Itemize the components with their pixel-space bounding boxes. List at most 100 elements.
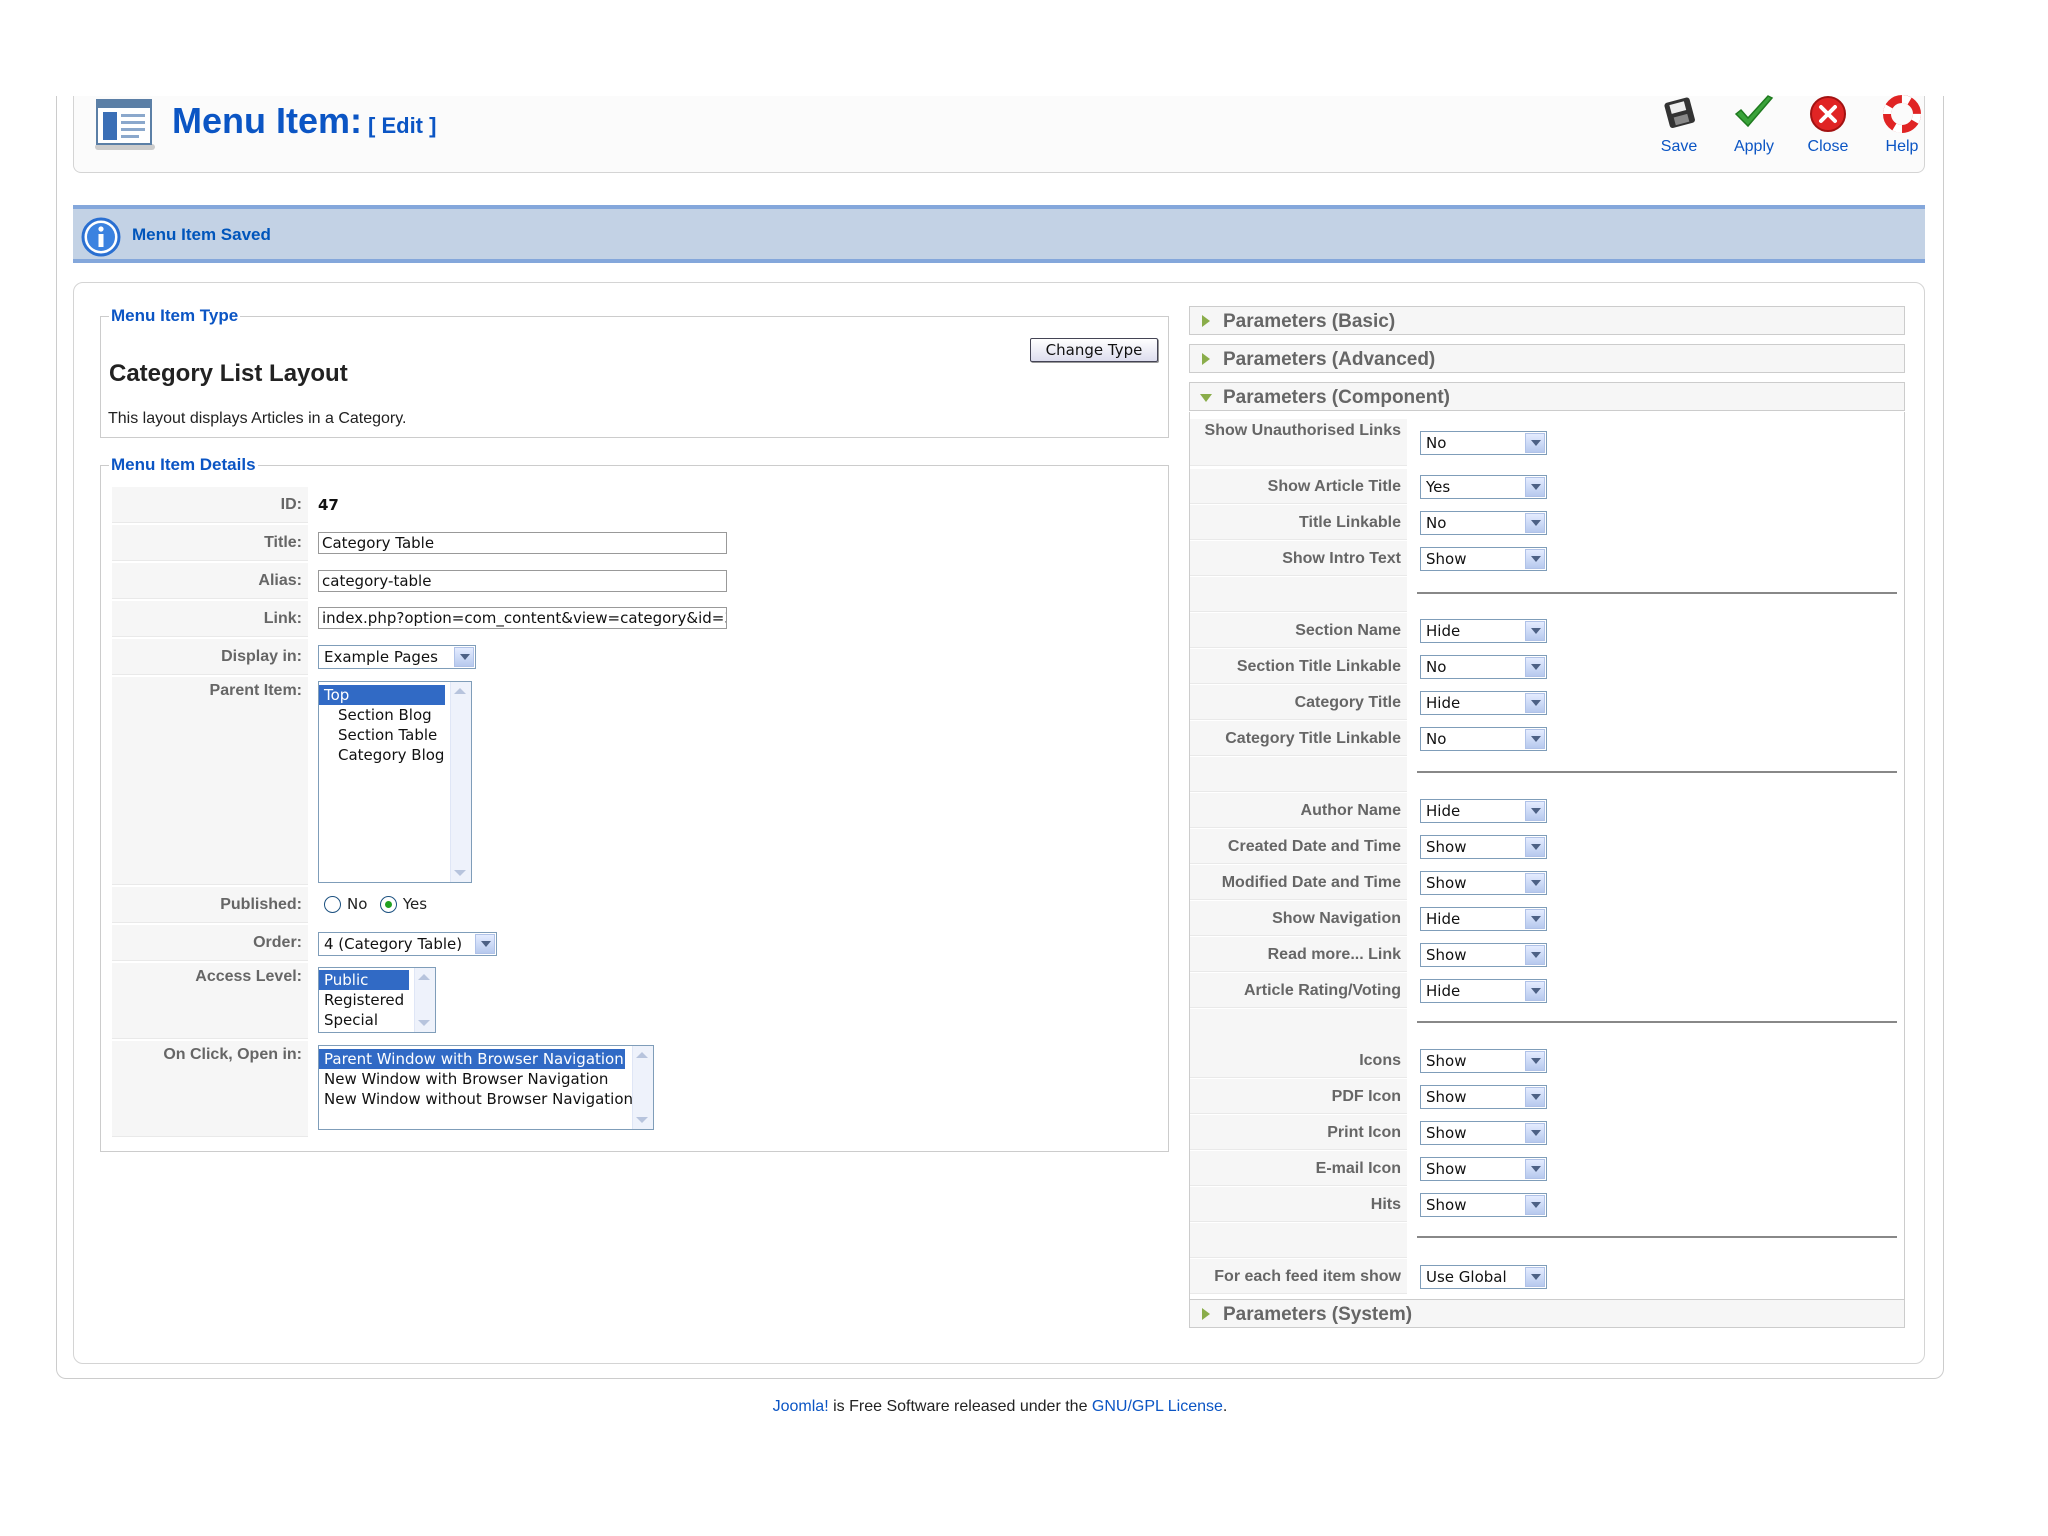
param-select[interactable]: Hide: [1420, 619, 1547, 643]
parameters-system-toggle[interactable]: Parameters (System): [1189, 1299, 1905, 1328]
published-yes-radio[interactable]: [379, 895, 397, 913]
close-button[interactable]: Close: [1798, 94, 1858, 160]
chevron-up-icon[interactable]: [636, 1052, 648, 1058]
param-row: Show Intro Text Show: [1190, 541, 1904, 577]
param-label: Section Name: [1190, 613, 1407, 648]
chevron-down-icon[interactable]: [1525, 1159, 1545, 1179]
on-click-list[interactable]: Parent Window with Browser Navigation Ne…: [318, 1045, 654, 1130]
param-select[interactable]: No: [1420, 431, 1547, 455]
chevron-up-icon[interactable]: [418, 974, 430, 980]
published-no-radio[interactable]: [324, 895, 341, 913]
chevron-down-icon[interactable]: [1525, 477, 1545, 497]
scrollbar[interactable]: [632, 1046, 653, 1129]
parameters-advanced-title: Parameters (Advanced): [1223, 349, 1436, 370]
param-select[interactable]: Yes: [1420, 475, 1547, 499]
published-yes-label: Yes: [402, 895, 428, 913]
param-select[interactable]: Use Global: [1420, 1265, 1547, 1289]
list-item[interactable]: Top: [319, 685, 445, 705]
param-value: Show: [1426, 874, 1467, 892]
access-level-list[interactable]: Public Registered Special: [318, 967, 436, 1033]
param-select[interactable]: Show: [1420, 943, 1547, 967]
link-row: Link: index.php?option=com_content&view=…: [112, 601, 1158, 637]
chevron-down-icon[interactable]: [1525, 433, 1545, 453]
list-item[interactable]: Public: [319, 970, 409, 990]
list-item[interactable]: New Window with Browser Navigation: [319, 1069, 653, 1089]
chevron-up-icon[interactable]: [454, 688, 466, 694]
order-select[interactable]: 4 (Category Table): [318, 932, 497, 956]
chevron-down-icon[interactable]: [1525, 621, 1545, 641]
list-item[interactable]: Section Table: [319, 725, 471, 745]
chevron-down-icon[interactable]: [1525, 657, 1545, 677]
list-item[interactable]: Category Blog: [319, 745, 471, 765]
param-select[interactable]: Show: [1420, 1157, 1547, 1181]
chevron-down-icon[interactable]: [454, 870, 466, 876]
chevron-down-icon[interactable]: [1525, 1051, 1545, 1071]
chevron-down-icon[interactable]: [1525, 837, 1545, 857]
chevron-down-icon[interactable]: [1525, 801, 1545, 821]
chevron-down-icon[interactable]: [636, 1117, 648, 1123]
param-row: Section Title Linkable No: [1190, 649, 1904, 685]
chevron-down-icon[interactable]: [418, 1020, 430, 1026]
access-level-label: Access Level:: [112, 963, 308, 1039]
chevron-down-icon[interactable]: [1525, 1267, 1545, 1287]
param-select[interactable]: Show: [1420, 547, 1547, 571]
param-select[interactable]: No: [1420, 727, 1547, 751]
info-icon: [81, 217, 121, 257]
param-select[interactable]: Hide: [1420, 907, 1547, 931]
chevron-down-icon[interactable]: [454, 647, 474, 667]
apply-button[interactable]: Apply: [1724, 94, 1784, 160]
param-select[interactable]: No: [1420, 655, 1547, 679]
gpl-license-link[interactable]: GNU/GPL License: [1092, 1398, 1223, 1415]
display-in-select[interactable]: Example Pages: [318, 645, 476, 669]
param-select[interactable]: Hide: [1420, 799, 1547, 823]
param-value: Hide: [1426, 982, 1461, 1000]
parameters-advanced-toggle[interactable]: Parameters (Advanced): [1189, 344, 1905, 373]
link-input[interactable]: index.php?option=com_content&view=catego…: [318, 607, 727, 629]
param-select[interactable]: Show: [1420, 871, 1547, 895]
parameters-basic-toggle[interactable]: Parameters (Basic): [1189, 306, 1905, 335]
param-select[interactable]: Show: [1420, 835, 1547, 859]
param-row: PDF Icon Show: [1190, 1079, 1904, 1115]
alias-label: Alias:: [112, 563, 308, 599]
param-select[interactable]: No: [1420, 511, 1547, 535]
divider: [1417, 1021, 1897, 1023]
chevron-down-icon[interactable]: [1525, 729, 1545, 749]
chevron-down-icon[interactable]: [1525, 513, 1545, 533]
chevron-down-icon[interactable]: [1525, 1087, 1545, 1107]
chevron-down-icon[interactable]: [1525, 1195, 1545, 1215]
change-type-button[interactable]: Change Type: [1030, 338, 1158, 362]
chevron-down-icon[interactable]: [1525, 909, 1545, 929]
chevron-down-icon[interactable]: [475, 934, 495, 954]
chevron-down-icon[interactable]: [1525, 981, 1545, 1001]
title-input[interactable]: Category Table: [318, 532, 727, 554]
scrollbar[interactable]: [414, 968, 435, 1032]
alias-input[interactable]: category-table: [318, 570, 727, 592]
scrollbar[interactable]: [450, 682, 471, 882]
chevron-down-icon[interactable]: [1525, 549, 1545, 569]
chevron-down-icon[interactable]: [1525, 1123, 1545, 1143]
param-select[interactable]: Show: [1420, 1193, 1547, 1217]
param-select[interactable]: Hide: [1420, 979, 1547, 1003]
list-item[interactable]: New Window without Browser Navigation: [319, 1089, 653, 1109]
param-select[interactable]: Show: [1420, 1085, 1547, 1109]
layout-title: Category List Layout: [109, 360, 348, 387]
chevron-down-icon[interactable]: [1525, 873, 1545, 893]
param-select[interactable]: Hide: [1420, 691, 1547, 715]
param-select[interactable]: Show: [1420, 1049, 1547, 1073]
order-row: Order: 4 (Category Table): [112, 925, 1158, 961]
chevron-down-icon[interactable]: [1525, 945, 1545, 965]
save-button[interactable]: Save: [1649, 94, 1709, 160]
list-item[interactable]: Section Blog: [319, 705, 471, 725]
param-value: Hide: [1426, 694, 1461, 712]
list-item[interactable]: Parent Window with Browser Navigation: [319, 1049, 625, 1069]
joomla-link[interactable]: Joomla!: [773, 1398, 829, 1415]
save-icon: [1664, 97, 1695, 129]
title-row: Title: Category Table: [112, 525, 1158, 561]
param-label: Hits: [1190, 1187, 1407, 1222]
parent-item-list[interactable]: Top Section Blog Section Table Category …: [318, 681, 472, 883]
parameters-component-toggle[interactable]: Parameters (Component): [1189, 382, 1905, 411]
chevron-down-icon[interactable]: [1525, 693, 1545, 713]
help-button[interactable]: Help: [1872, 94, 1932, 160]
param-spacer: [1190, 1009, 1904, 1045]
param-select[interactable]: Show: [1420, 1121, 1547, 1145]
